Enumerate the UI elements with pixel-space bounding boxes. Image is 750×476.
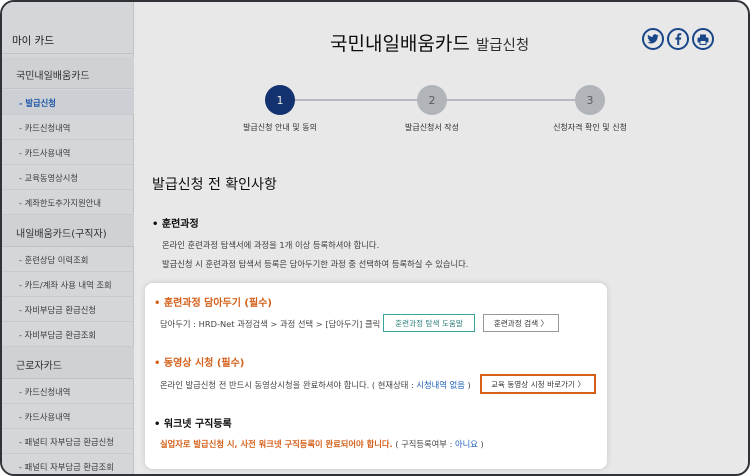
training-line-1: 온라인 훈련과정 탐색서에 과정을 1개 이상 등록하셔야 합니다. xyxy=(162,240,380,250)
step-3-circle: 3 xyxy=(575,85,605,115)
sidebar-section-worker-card[interactable]: 근로자카드 xyxy=(2,347,134,379)
required-steps-panel: • 훈련과정 담아두기 (필수) 담아두기 : HRD-Net 과정검색 > 과… xyxy=(145,283,607,469)
step-1-label: 발급신청 안내 및 동의 xyxy=(243,123,317,132)
training-search-button[interactable]: 훈련과정 검색 〉 xyxy=(483,314,559,332)
sidebar-item-apply[interactable]: - 발급신청 xyxy=(2,90,134,115)
training-search-help-button[interactable]: 훈련과정 탐색 도움말 xyxy=(383,314,475,332)
basket-heading: • 훈련과정 담아두기 (필수) xyxy=(154,298,272,309)
sidebar-item-account-usage[interactable]: - 카드/계좌 사용 내역 조회 xyxy=(2,272,134,297)
step-2-label: 발급신청서 작성 xyxy=(404,123,460,132)
video-heading: • 동영상 시청 (필수) xyxy=(154,358,245,369)
sidebar-section-national-card[interactable]: 국민내일배움카드 xyxy=(2,57,134,89)
sidebar: 마이 카드 국민내일배움카드 - 발급신청 - 카드신청내역 - 카드사용내역 … xyxy=(2,2,134,474)
edu-video-button[interactable]: 교육 동영상 시청 바로가기 〉 xyxy=(480,374,596,394)
worknet-text-main: ( 구직등록여부 : xyxy=(392,439,456,449)
sidebar-item-refund-inquiry[interactable]: - 자비부담금 환급조회 xyxy=(2,322,134,347)
sidebar-item-card-requests[interactable]: - 카드신청내역 xyxy=(2,115,134,140)
sidebar-item-worker-usage[interactable]: - 카드사용내역 xyxy=(2,404,134,429)
worknet-text: 실업자로 발급신청 시, 사전 워크넷 구직등록이 완료되어야 합니다. ( 구… xyxy=(160,438,484,450)
training-heading: • 훈련과정 xyxy=(152,219,199,230)
sidebar-section-jobseeker-card[interactable]: 내일배움카드(구직자) xyxy=(2,215,134,247)
sidebar-item-penalty-refund-request[interactable]: - 패널티 자부담금 환급신청 xyxy=(2,429,134,454)
video-text-end: ) xyxy=(464,380,471,390)
step-3-label: 신청자격 확인 및 신청 xyxy=(553,123,627,132)
sidebar-item-worker-requests[interactable]: - 카드신청내역 xyxy=(2,379,134,404)
step-2-circle: 2 xyxy=(417,85,447,115)
basket-text: 담아두기 : HRD-Net 과정검색 > 과정 선택 > [담아두기] 클릭 xyxy=(160,319,381,329)
sidebar-item-limit-support[interactable]: - 계좌한도추가지원안내 xyxy=(2,190,134,215)
sidebar-item-counsel-history[interactable]: - 훈련상담 이력조회 xyxy=(2,247,134,272)
worknet-warning: 실업자로 발급신청 시, 사전 워크넷 구직등록이 완료되어야 합니다. xyxy=(160,439,393,449)
facebook-icon[interactable] xyxy=(667,28,689,50)
page-title-main: 국민내일배움카드 xyxy=(330,33,470,55)
video-text-main: 온라인 발급신청 전 반드시 동영상시청을 완료하셔야 합니다. ( 현재상태 … xyxy=(160,380,417,390)
sidebar-item-penalty-refund-inquiry[interactable]: - 패널티 자부담금 환급조회 xyxy=(2,454,134,474)
worknet-text-end: ) xyxy=(477,439,484,449)
page-title-sub: 발급신청 xyxy=(475,38,530,54)
sidebar-item-edu-video[interactable]: - 교육동영상시청 xyxy=(2,165,134,190)
sidebar-title: 마이 카드 xyxy=(2,2,134,54)
app-frame: 마이 카드 국민내일배움카드 - 발급신청 - 카드신청내역 - 카드사용내역 … xyxy=(0,0,750,476)
print-icon[interactable] xyxy=(692,28,714,50)
worknet-status: 아니요 xyxy=(455,439,478,449)
page-title: 국민내일배움카드 발급신청 xyxy=(330,29,529,56)
twitter-icon[interactable] xyxy=(642,28,664,50)
sidebar-item-refund-request[interactable]: - 자비부담금 환급신청 xyxy=(2,297,134,322)
video-status: 시청내역 없음 xyxy=(416,380,465,390)
step-1-circle: 1 xyxy=(265,85,295,115)
section-title: 발급신청 전 확인사항 xyxy=(152,177,277,193)
worknet-heading: • 워크넷 구직등록 xyxy=(154,419,232,430)
video-text: 온라인 발급신청 전 반드시 동영상시청을 완료하셔야 합니다. ( 현재상태 … xyxy=(160,379,471,391)
training-line-2: 발급신청 시 훈련과정 탐색서 등록은 담아두기한 과정 중 선택하여 등록하실… xyxy=(162,259,469,269)
sidebar-item-card-usage[interactable]: - 카드사용내역 xyxy=(2,140,134,165)
